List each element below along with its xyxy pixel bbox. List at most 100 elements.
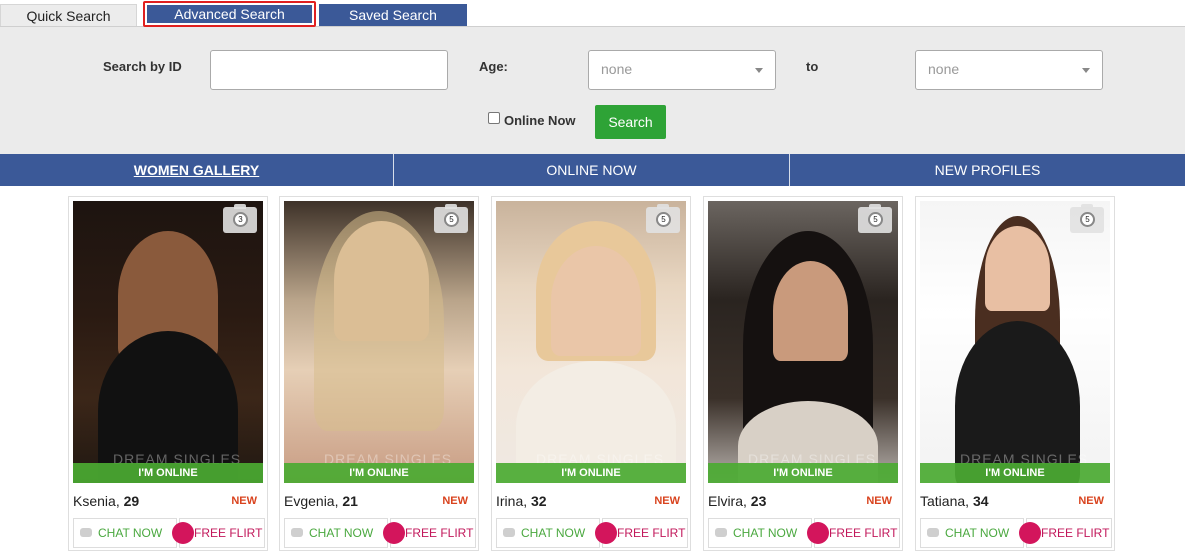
profile-photo[interactable]: DREAM SINGLES 5 (920, 201, 1110, 483)
free-flirt-label: FREE FLIRT (617, 526, 686, 540)
heart-icon (1019, 522, 1041, 544)
chat-bubble-icon (503, 528, 515, 537)
chat-now-button[interactable]: CHAT NOW (73, 518, 177, 548)
chat-bubble-icon (80, 528, 92, 537)
photo-count: 5 (868, 212, 883, 227)
profile-photo[interactable]: DREAM SINGLES 3 (73, 201, 263, 483)
free-flirt-button[interactable]: FREE FLIRT (1019, 518, 1112, 548)
age-to-select[interactable]: none (915, 50, 1103, 90)
tab-advanced-search[interactable]: Advanced Search (143, 1, 316, 27)
free-flirt-label: FREE FLIRT (1041, 526, 1110, 540)
profile-age: 34 (972, 493, 989, 509)
heart-icon (383, 522, 405, 544)
tab-new-profiles[interactable]: NEW PROFILES (790, 154, 1185, 186)
camera-icon[interactable]: 5 (858, 204, 892, 233)
new-badge: NEW (442, 495, 468, 507)
free-flirt-button[interactable]: FREE FLIRT (807, 518, 900, 548)
chat-now-button[interactable]: CHAT NOW (284, 518, 388, 548)
free-flirt-button[interactable]: FREE FLIRT (595, 518, 688, 548)
chat-now-label: CHAT NOW (733, 526, 798, 540)
free-flirt-button[interactable]: FREE FLIRT (383, 518, 476, 548)
chat-now-label: CHAT NOW (521, 526, 586, 540)
profile-photo[interactable]: DREAM SINGLES 5 (496, 201, 686, 483)
search-tabs: Quick Search Advanced Search Saved Searc… (0, 0, 1185, 27)
free-flirt-label: FREE FLIRT (405, 526, 474, 540)
portrait-head (985, 226, 1050, 311)
online-status: I'M ONLINE (73, 463, 263, 483)
camera-icon[interactable]: 5 (434, 204, 468, 233)
chevron-down-icon (755, 68, 763, 73)
camera-icon[interactable]: 5 (1070, 204, 1104, 233)
photo-count: 5 (1080, 212, 1095, 227)
search-button[interactable]: Search (595, 105, 666, 139)
chat-now-button[interactable]: CHAT NOW (708, 518, 812, 548)
free-flirt-label: FREE FLIRT (194, 526, 263, 540)
profile-name[interactable]: Evgenia, 21 (284, 493, 358, 509)
profile-age: 29 (123, 493, 140, 509)
new-badge: NEW (654, 495, 680, 507)
profile-card: DREAM SINGLES 5 I'M ONLINE Irina, 32 NEW… (491, 196, 691, 551)
online-status: I'M ONLINE (708, 463, 898, 483)
chat-now-label: CHAT NOW (945, 526, 1010, 540)
profile-name-text: Elvira (708, 493, 744, 509)
tab-quick-search[interactable]: Quick Search (0, 4, 137, 26)
new-badge: NEW (231, 495, 257, 507)
profile-name-text: Tatiana (920, 493, 966, 509)
age-to-label: to (806, 59, 819, 74)
tab-women-gallery[interactable]: WOMEN GALLERY (0, 154, 393, 186)
chat-bubble-icon (291, 528, 303, 537)
chat-bubble-icon (927, 528, 939, 537)
profile-name-text: Evgenia (284, 493, 335, 509)
chat-now-button[interactable]: CHAT NOW (496, 518, 600, 548)
gallery-nav: WOMEN GALLERY ONLINE NOW NEW PROFILES (0, 154, 1185, 186)
profile-age: 32 (531, 493, 547, 509)
tab-advanced-search-label: Advanced Search (147, 5, 312, 23)
profile-card: DREAM SINGLES 5 I'M ONLINE Evgenia, 21 N… (279, 196, 479, 551)
profile-card: DREAM SINGLES 3 I'M ONLINE Ksenia, 29 NE… (68, 196, 268, 551)
portrait-hair (314, 211, 444, 431)
profile-age: 21 (342, 493, 358, 509)
free-flirt-label: FREE FLIRT (829, 526, 898, 540)
tab-saved-search[interactable]: Saved Search (319, 4, 467, 26)
profile-card: DREAM SINGLES 5 I'M ONLINE Tatiana, 34 N… (915, 196, 1115, 551)
chat-now-label: CHAT NOW (98, 526, 163, 540)
online-now-label[interactable]: Online Now (504, 113, 576, 128)
profile-photo[interactable]: DREAM SINGLES 5 (708, 201, 898, 483)
online-status: I'M ONLINE (284, 463, 474, 483)
online-now-checkbox[interactable] (488, 112, 500, 124)
photo-count: 3 (233, 212, 248, 227)
chat-now-label: CHAT NOW (309, 526, 374, 540)
free-flirt-button[interactable]: FREE FLIRT (172, 518, 265, 548)
profile-name[interactable]: Tatiana, 34 (920, 493, 989, 509)
age-label: Age: (479, 59, 508, 74)
heart-icon (172, 522, 194, 544)
tab-online-now[interactable]: ONLINE NOW (394, 154, 789, 186)
profile-name[interactable]: Ksenia, 29 (73, 493, 139, 509)
portrait-head (551, 246, 641, 356)
photo-count: 5 (656, 212, 671, 227)
profile-name[interactable]: Elvira, 23 (708, 493, 766, 509)
heart-icon (595, 522, 617, 544)
photo-count: 5 (444, 212, 459, 227)
online-status: I'M ONLINE (496, 463, 686, 483)
age-to-value: none (928, 61, 960, 77)
profile-age: 23 (750, 493, 767, 509)
profile-card: DREAM SINGLES 5 I'M ONLINE Elvira, 23 NE… (703, 196, 903, 551)
profile-photo[interactable]: DREAM SINGLES 5 (284, 201, 474, 483)
age-from-value: none (601, 61, 633, 77)
heart-icon (807, 522, 829, 544)
profile-name-text: Ksenia (73, 493, 116, 509)
search-id-input[interactable] (210, 50, 448, 90)
chat-bubble-icon (715, 528, 727, 537)
profile-name[interactable]: Irina, 32 (496, 493, 547, 509)
search-by-id-label: Search by ID (103, 59, 182, 74)
chat-now-button[interactable]: CHAT NOW (920, 518, 1024, 548)
portrait-head (773, 261, 848, 361)
search-panel: Search by ID Age: none to none Online No… (0, 27, 1185, 154)
chevron-down-icon (1082, 68, 1090, 73)
camera-icon[interactable]: 5 (646, 204, 680, 233)
age-from-select[interactable]: none (588, 50, 776, 90)
new-badge: NEW (866, 495, 892, 507)
online-status: I'M ONLINE (920, 463, 1110, 483)
camera-icon[interactable]: 3 (223, 204, 257, 233)
